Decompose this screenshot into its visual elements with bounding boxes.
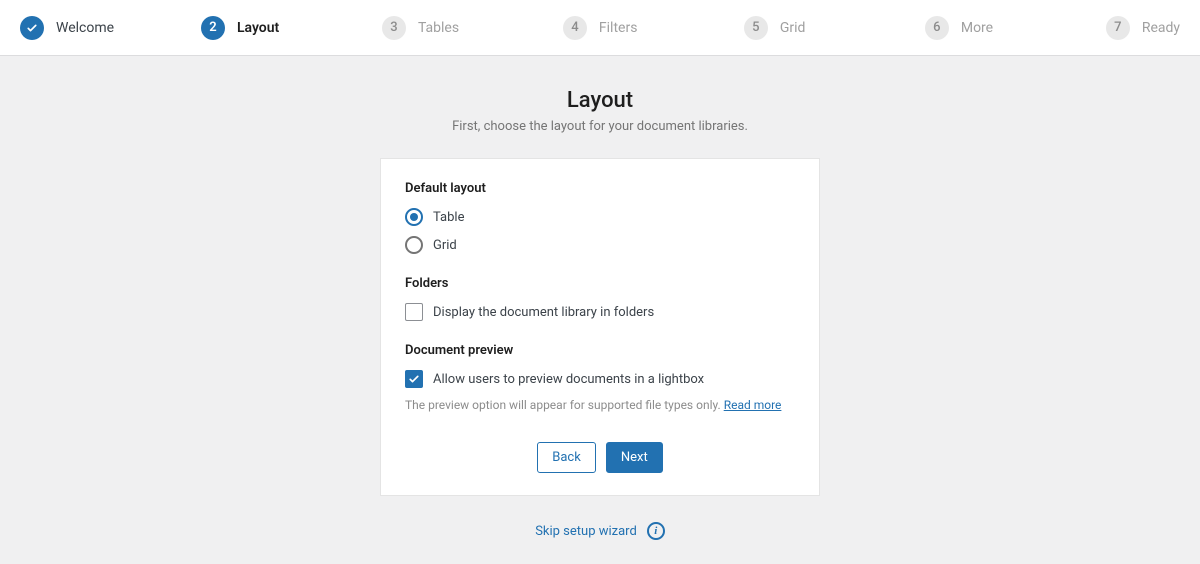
check-icon bbox=[20, 16, 44, 40]
step-number: 5 bbox=[744, 16, 768, 40]
checkbox-input[interactable] bbox=[405, 370, 423, 388]
step-layout[interactable]: 2 Layout bbox=[201, 16, 382, 40]
step-label: Welcome bbox=[56, 20, 114, 36]
preview-helper-text: The preview option will appear for suppo… bbox=[405, 398, 795, 412]
page-content: Layout First, choose the layout for your… bbox=[0, 56, 1200, 564]
step-ready[interactable]: 7 Ready bbox=[1106, 16, 1180, 40]
step-label: Tables bbox=[418, 20, 459, 36]
step-more[interactable]: 6 More bbox=[925, 16, 1106, 40]
step-tables[interactable]: 3 Tables bbox=[382, 16, 563, 40]
radio-input[interactable] bbox=[405, 208, 423, 226]
checkbox-label: Allow users to preview documents in a li… bbox=[433, 372, 704, 387]
footer-row: Skip setup wizard i bbox=[0, 522, 1200, 540]
read-more-link[interactable]: Read more bbox=[724, 398, 782, 412]
helper-text: The preview option will appear for suppo… bbox=[405, 398, 724, 412]
step-grid[interactable]: 5 Grid bbox=[744, 16, 925, 40]
checkbox-folders[interactable]: Display the document library in folders bbox=[405, 303, 795, 321]
step-label: Filters bbox=[599, 20, 638, 36]
step-number: 3 bbox=[382, 16, 406, 40]
section-title: Folders bbox=[405, 276, 795, 291]
step-label: Layout bbox=[237, 20, 279, 36]
checkbox-label: Display the document library in folders bbox=[433, 305, 654, 320]
page-heading: Layout bbox=[0, 88, 1200, 113]
next-button[interactable]: Next bbox=[606, 442, 663, 473]
back-button[interactable]: Back bbox=[537, 442, 596, 473]
settings-card: Default layout Table Grid Folders Displa… bbox=[380, 158, 820, 496]
step-label: More bbox=[961, 20, 993, 36]
section-folders: Folders Display the document library in … bbox=[405, 276, 795, 321]
step-number: 6 bbox=[925, 16, 949, 40]
radio-input[interactable] bbox=[405, 236, 423, 254]
section-default-layout: Default layout Table Grid bbox=[405, 181, 795, 254]
skip-setup-link[interactable]: Skip setup wizard bbox=[535, 524, 637, 539]
card-actions: Back Next bbox=[405, 442, 795, 473]
checkbox-preview[interactable]: Allow users to preview documents in a li… bbox=[405, 370, 795, 388]
step-number: 7 bbox=[1106, 16, 1130, 40]
checkbox-input[interactable] bbox=[405, 303, 423, 321]
radio-grid[interactable]: Grid bbox=[405, 236, 795, 254]
step-number: 4 bbox=[563, 16, 587, 40]
page-title: Layout bbox=[0, 88, 1200, 113]
step-welcome[interactable]: Welcome bbox=[20, 16, 201, 40]
section-title: Document preview bbox=[405, 343, 795, 358]
step-filters[interactable]: 4 Filters bbox=[563, 16, 744, 40]
section-title: Default layout bbox=[405, 181, 795, 196]
page-subtitle: First, choose the layout for your docume… bbox=[0, 119, 1200, 134]
radio-label: Grid bbox=[433, 238, 457, 253]
info-icon[interactable]: i bbox=[647, 522, 665, 540]
step-number: 2 bbox=[201, 16, 225, 40]
layout-radio-group: Table Grid bbox=[405, 208, 795, 254]
radio-label: Table bbox=[433, 210, 464, 225]
setup-stepper: Welcome 2 Layout 3 Tables 4 Filters 5 Gr… bbox=[0, 0, 1200, 56]
section-document-preview: Document preview Allow users to preview … bbox=[405, 343, 795, 412]
radio-table[interactable]: Table bbox=[405, 208, 795, 226]
step-label: Ready bbox=[1142, 20, 1180, 36]
step-label: Grid bbox=[780, 20, 806, 36]
